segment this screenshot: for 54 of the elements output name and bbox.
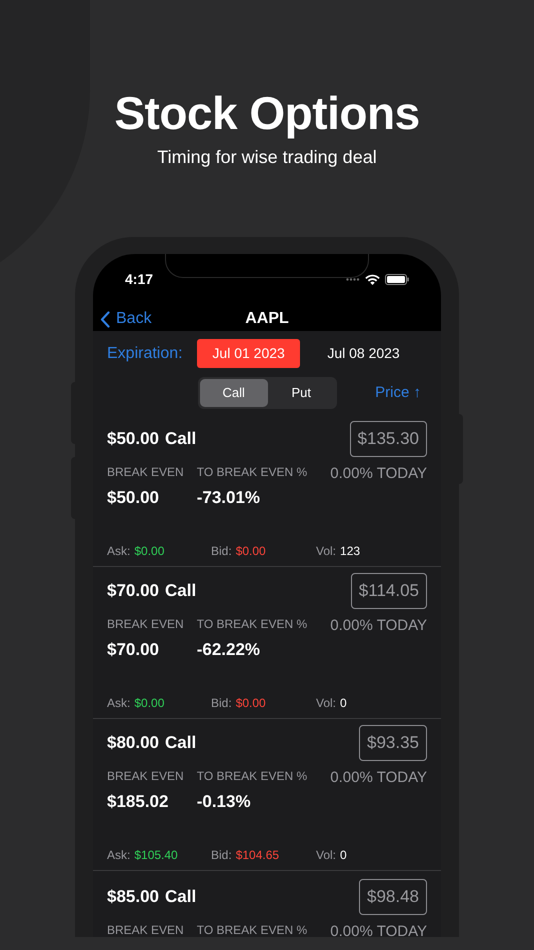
- headline: Stock Options: [114, 86, 420, 140]
- expiration-label: Expiration:: [107, 344, 184, 364]
- option-price[interactable]: $93.35: [359, 725, 427, 760]
- status-time: 4:17: [125, 270, 154, 289]
- today-change: 0.00% TODAY: [330, 768, 427, 788]
- volume-label: Vol: 0: [316, 695, 347, 712]
- bid-label: Bid: $0.00: [211, 695, 267, 712]
- ask-label: Ask: $105.40: [107, 847, 179, 864]
- field-label: BREAK EVEN: [107, 616, 184, 632]
- segment-tab[interactable]: Call: [200, 379, 268, 407]
- signal-icon: [346, 278, 360, 281]
- sort-button[interactable]: Price ↑: [375, 382, 421, 404]
- date-tab[interactable]: Jul 01 2023: [197, 339, 300, 368]
- strike-price: $50.00: [107, 428, 159, 450]
- strike-price: $85.00: [107, 886, 159, 908]
- strike-price: $80.00: [107, 732, 159, 754]
- option-type: Call: [165, 428, 196, 450]
- break-even-percent: -73.01%: [196, 486, 262, 508]
- today-change: 0.00% TODAY: [330, 464, 427, 484]
- option-type: Call: [165, 886, 196, 908]
- option-price[interactable]: $114.05: [350, 573, 427, 608]
- option-type: Call: [165, 580, 196, 602]
- today-change: 0.00% TODAY: [330, 616, 427, 636]
- field-label: TO BREAK EVEN %: [196, 922, 308, 937]
- option-type: Call: [165, 732, 196, 754]
- field-label: BREAK EVEN: [107, 464, 184, 480]
- segment-tab[interactable]: Put: [268, 379, 335, 407]
- today-change: 0.00% TODAY: [330, 922, 427, 937]
- subtitle: Timing for wise trading deal: [157, 146, 377, 169]
- ask-label: Ask: $0.00: [107, 695, 166, 712]
- wifi-icon: [365, 274, 380, 285]
- option-price[interactable]: $135.30: [350, 421, 427, 456]
- ask-label: Ask: $0.00: [107, 543, 166, 560]
- date-tab[interactable]: Jul 08 2023: [312, 339, 415, 368]
- strike-price: $70.00: [107, 580, 159, 602]
- break-even-value: $70.00: [107, 638, 160, 660]
- break-even-percent: -0.13%: [196, 790, 252, 812]
- back-button[interactable]: Back: [100, 307, 152, 331]
- field-label: TO BREAK EVEN %: [196, 616, 308, 632]
- break-even-value: $185.02: [107, 790, 170, 812]
- field-label: BREAK EVEN: [107, 768, 184, 784]
- field-label: TO BREAK EVEN %: [196, 464, 308, 480]
- break-even-value: $50.00: [107, 486, 160, 508]
- field-label: TO BREAK EVEN %: [196, 768, 308, 784]
- option-price[interactable]: $98.48: [359, 879, 427, 914]
- nav-title: AAPL: [245, 309, 289, 329]
- break-even-percent: -62.22%: [196, 638, 262, 660]
- bid-label: Bid: $104.65: [211, 847, 280, 864]
- battery-icon: [385, 274, 409, 285]
- chevron-left-icon: [100, 310, 110, 328]
- field-label: BREAK EVEN: [107, 922, 184, 937]
- volume-label: Vol: 123: [316, 543, 360, 560]
- bid-label: Bid: $0.00: [211, 543, 267, 560]
- volume-label: Vol: 0: [316, 847, 347, 864]
